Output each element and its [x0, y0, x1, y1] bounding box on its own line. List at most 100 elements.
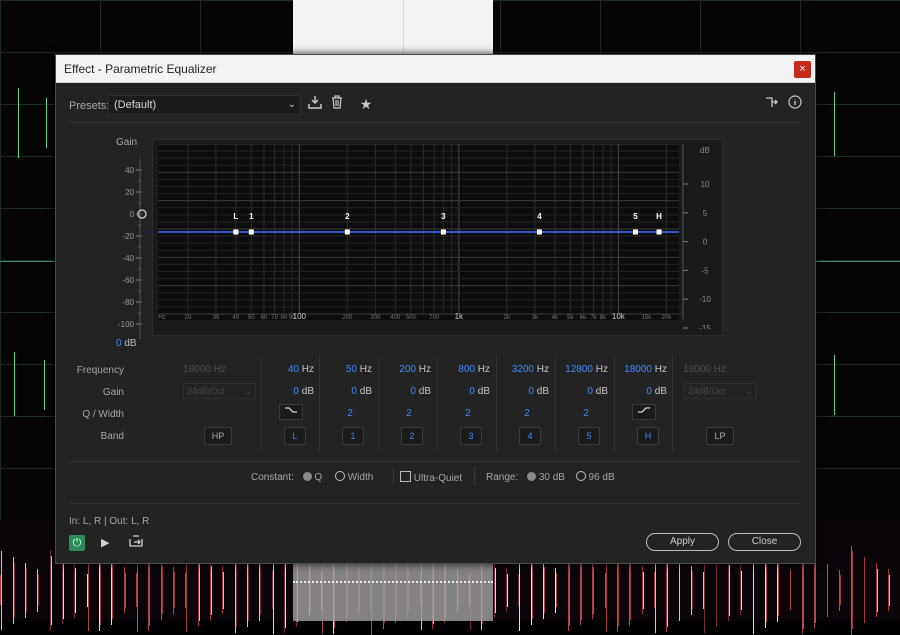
band-1-frequency[interactable]: 50 Hz	[322, 364, 372, 375]
band-handle-l[interactable]	[233, 229, 239, 235]
low-shelf-icon[interactable]	[279, 404, 303, 420]
band-toggle-h[interactable]: H	[637, 427, 659, 445]
lp-frequency[interactable]: 18000 Hz	[676, 364, 726, 375]
range-96-radio[interactable]	[575, 471, 586, 481]
band-3-q[interactable]: 2	[462, 408, 474, 419]
frequency-value: 40	[287, 364, 299, 375]
power-toggle-button[interactable]: ⏻	[69, 535, 85, 551]
band-toggle-3[interactable]: 3	[460, 427, 482, 445]
constant-label: Constant:	[251, 472, 294, 483]
frequency-unit: Hz	[477, 364, 490, 375]
frequency-row-label: Frequency	[76, 365, 124, 376]
column-divider	[437, 357, 438, 452]
presets-dropdown[interactable]: (Default) ⌄	[108, 95, 301, 115]
apply-button[interactable]: Apply	[646, 533, 719, 551]
band-handle-4[interactable]	[536, 229, 542, 235]
ultra-quiet-option[interactable]: Ultra-Quiet	[400, 471, 462, 484]
waveform-bar	[643, 571, 644, 609]
band-4-gain[interactable]: 0 dB	[499, 386, 549, 397]
band-toggle-lp[interactable]: LP	[706, 427, 734, 445]
band-4-q[interactable]: 2	[521, 408, 533, 419]
title-bar[interactable]: Effect - Parametric Equalizer ×	[56, 55, 815, 83]
hp-frequency[interactable]: 18000 Hz	[176, 364, 226, 375]
constant-width-radio[interactable]	[334, 471, 345, 481]
waveform-bar	[692, 571, 693, 609]
band-l-gain[interactable]: 0 dB	[264, 386, 314, 397]
waveform-bar	[495, 567, 496, 613]
db-axis-unit: dB	[700, 146, 710, 155]
play-preview-button[interactable]: ▶	[101, 535, 115, 551]
divider	[69, 503, 800, 504]
band-handle-3[interactable]	[440, 229, 446, 235]
star-icon[interactable]: ★	[357, 95, 375, 113]
gain-tick-label: 20	[125, 188, 134, 197]
waveform-spike	[834, 355, 835, 415]
ultra-quiet-checkbox[interactable]	[400, 471, 411, 482]
frequency-tick-label: 6k	[580, 315, 587, 320]
close-button[interactable]: Close	[728, 533, 801, 551]
gain-value: 0	[469, 386, 475, 397]
gain-tick-label: -60	[122, 276, 134, 285]
loop-preview-button[interactable]	[129, 535, 145, 551]
waveform-spike	[18, 88, 19, 158]
band-3-frequency[interactable]: 800 Hz	[440, 364, 490, 375]
band-1-gain[interactable]: 0 dB	[322, 386, 372, 397]
band-handle-2[interactable]	[344, 229, 350, 235]
band-2-q[interactable]: 2	[403, 408, 415, 419]
waveform-bar	[14, 562, 15, 618]
lp-slope-dropdown[interactable]: 24dB/Oct ⌄	[684, 383, 757, 399]
range-30-radio[interactable]	[527, 472, 537, 481]
trash-icon[interactable]	[328, 95, 346, 113]
band-5-q[interactable]: 2	[580, 408, 592, 419]
eq-graph[interactable]: Hz 20 30 40 50 60 70 80 90 100 200 300 400 500 700 1k 2k…	[158, 143, 679, 321]
band-toggle-l[interactable]: L	[284, 427, 306, 445]
close-window-button[interactable]: ×	[794, 61, 811, 78]
band-2-gain[interactable]: 0 dB	[381, 386, 431, 397]
frequency-tick-label: 1k	[455, 312, 464, 320]
divider	[474, 467, 475, 485]
column-divider	[672, 357, 673, 452]
band-2-frequency[interactable]: 200 Hz	[381, 364, 431, 375]
band-toggle-4[interactable]: 4	[519, 427, 541, 445]
waveform-bar	[716, 553, 717, 627]
waveform-bar	[1, 550, 2, 630]
band-5-frequency[interactable]: 12800 Hz	[558, 364, 608, 375]
window-title: Effect - Parametric Equalizer	[64, 62, 217, 76]
band-5-gain[interactable]: 0 dB	[558, 386, 608, 397]
band-toggle-hp[interactable]: HP	[204, 427, 232, 445]
waveform-bar	[544, 567, 545, 613]
band-h-frequency[interactable]: 18000 Hz	[617, 364, 667, 375]
band-toggle-2[interactable]: 2	[401, 427, 423, 445]
gain-unit: dB	[595, 386, 608, 397]
frequency-tick-label: 10k	[612, 312, 626, 320]
frequency-value: 50	[345, 364, 357, 375]
band-toggle-1[interactable]: 1	[342, 427, 364, 445]
frequency-tick-label: 7k	[590, 315, 597, 320]
constant-q-radio[interactable]	[302, 472, 312, 481]
band-toggle-5[interactable]: 5	[578, 427, 600, 445]
chevron-down-icon: ⌄	[745, 386, 753, 396]
waveform-bar	[766, 558, 767, 622]
band-4-frequency[interactable]: 3200 Hz	[499, 364, 549, 375]
band-handle-5[interactable]	[632, 229, 638, 235]
waveform-bar	[174, 572, 175, 608]
hp-slope-dropdown[interactable]: 24dB/Oct ⌄	[183, 383, 256, 399]
frequency-unit: Hz	[359, 364, 372, 375]
band-1-q[interactable]: 2	[344, 408, 356, 419]
waveform-bar	[593, 566, 594, 614]
waveform-bar	[248, 559, 249, 621]
high-shelf-icon[interactable]	[632, 404, 656, 420]
info-icon[interactable]	[786, 95, 804, 113]
download-preset-icon[interactable]	[306, 95, 324, 113]
band-handle-1[interactable]	[248, 229, 254, 235]
frequency-value: 200	[399, 364, 416, 375]
route-icon[interactable]	[763, 95, 781, 113]
gain-tick-label: 0	[130, 210, 135, 219]
db-tick-label: 5	[703, 209, 708, 218]
band-handle-h[interactable]	[656, 229, 662, 235]
band-h-gain[interactable]: 0 dB	[617, 386, 667, 397]
hp-frequency-unit: Hz	[213, 364, 226, 375]
hp-frequency-value: 18000	[183, 364, 211, 375]
band-l-frequency[interactable]: 40 Hz	[264, 364, 314, 375]
band-3-gain[interactable]: 0 dB	[440, 386, 490, 397]
